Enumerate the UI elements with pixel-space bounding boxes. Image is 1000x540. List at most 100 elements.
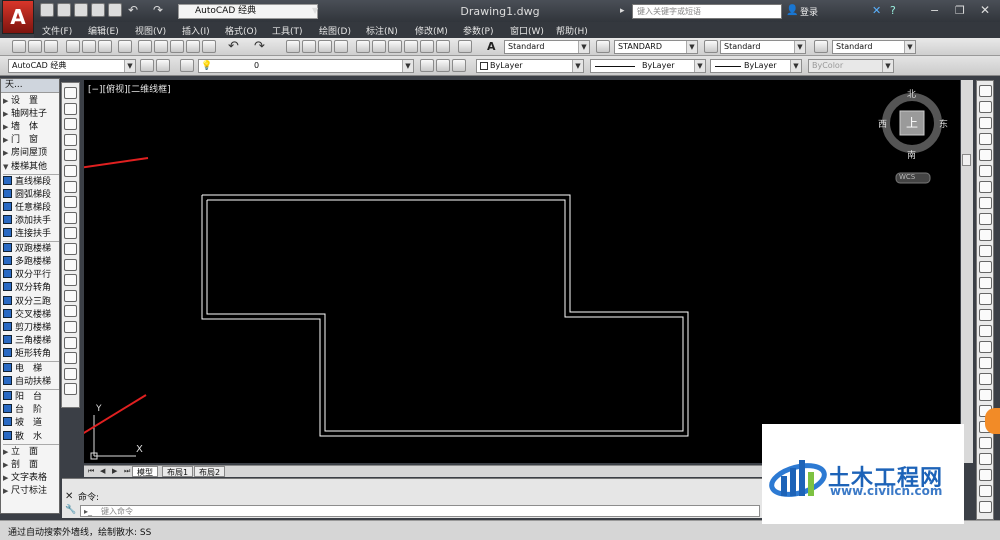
vertical-scrollbar[interactable] bbox=[961, 80, 973, 463]
palette-item[interactable]: ▶ 轴网柱子 bbox=[3, 108, 59, 121]
paste-icon[interactable] bbox=[170, 40, 184, 53]
exchange-icon[interactable]: ✕ bbox=[872, 4, 881, 17]
tab-first-icon[interactable]: ⏮ bbox=[88, 467, 94, 476]
help-dropdown-icon[interactable]: ? bbox=[890, 4, 896, 17]
customize-icon[interactable] bbox=[156, 59, 170, 72]
command-input[interactable]: ▸_ 键入命令 bbox=[80, 505, 760, 517]
palette-item[interactable]: 自动扶梯 bbox=[3, 376, 59, 389]
linetype-dropdown[interactable]: ByLayer ▼ bbox=[590, 59, 706, 73]
orange-badge[interactable] bbox=[985, 408, 1000, 434]
modify-tool-icon[interactable] bbox=[979, 309, 992, 321]
palette-item[interactable]: 双分平行 bbox=[3, 269, 59, 282]
workspace-settings-icon[interactable] bbox=[140, 59, 154, 72]
menu-tools[interactable]: 工具(T) bbox=[272, 24, 303, 37]
multileader-style-dropdown[interactable]: Standard ▼ bbox=[832, 40, 916, 54]
palette-item[interactable]: 双分三跑 bbox=[3, 295, 59, 309]
viewport-label[interactable]: [−][俯视][二维线框] bbox=[88, 82, 171, 95]
palette-item[interactable]: 台 阶 bbox=[3, 404, 59, 417]
add-selected-icon[interactable] bbox=[64, 383, 77, 396]
inner-wall-outline[interactable] bbox=[206, 199, 684, 432]
region-icon[interactable] bbox=[64, 336, 77, 349]
tab-layout1[interactable]: 布局1 bbox=[162, 466, 194, 477]
palette-item[interactable]: 坡 道 bbox=[3, 417, 59, 430]
open-file-icon[interactable] bbox=[28, 40, 42, 53]
qnew-icon[interactable] bbox=[12, 40, 26, 53]
viewcube-north[interactable]: 北 bbox=[907, 87, 916, 100]
menu-insert[interactable]: 插入(I) bbox=[182, 24, 210, 37]
menu-modify[interactable]: 修改(M) bbox=[415, 24, 448, 37]
multiline-text-icon[interactable] bbox=[64, 367, 77, 380]
polygon-icon[interactable] bbox=[64, 133, 77, 146]
drawing-canvas[interactable]: 北 南 东 西 上 WCS Y X bbox=[84, 80, 960, 463]
tab-layout2[interactable]: 布局2 bbox=[194, 466, 226, 477]
modify-tool-icon[interactable] bbox=[979, 133, 992, 145]
tool-palettes-icon[interactable] bbox=[388, 40, 402, 53]
layer-state-icon[interactable] bbox=[452, 59, 466, 72]
hatch-icon[interactable] bbox=[64, 305, 77, 318]
palette-item[interactable]: 任意梯段 bbox=[3, 201, 59, 215]
modify-tool-icon[interactable] bbox=[979, 485, 992, 497]
tab-prev-icon[interactable]: ◀ bbox=[100, 467, 105, 475]
rectangle-icon[interactable] bbox=[64, 149, 77, 162]
scroll-thumb[interactable] bbox=[962, 154, 971, 166]
tab-next-icon[interactable]: ▶ bbox=[112, 467, 117, 475]
modify-tool-icon[interactable] bbox=[979, 389, 992, 401]
modify-tool-icon[interactable] bbox=[979, 101, 992, 113]
layer-properties-icon[interactable] bbox=[180, 59, 194, 72]
copy-icon[interactable] bbox=[154, 40, 168, 53]
modify-tool-icon[interactable] bbox=[979, 453, 992, 465]
palette-item[interactable]: 矩形转角 bbox=[3, 347, 59, 361]
table-style-dropdown[interactable]: Standard ▼ bbox=[720, 40, 806, 54]
viewcube-south[interactable]: 南 bbox=[907, 148, 916, 161]
palette-item[interactable]: 散 水 bbox=[3, 430, 59, 444]
palette-item[interactable]: ▼ 楼梯其他 bbox=[3, 161, 59, 174]
modify-tool-icon[interactable] bbox=[979, 437, 992, 449]
modify-tool-icon[interactable] bbox=[979, 165, 992, 177]
properties-icon[interactable] bbox=[356, 40, 370, 53]
modify-tool-icon[interactable] bbox=[979, 149, 992, 161]
modify-tool-icon[interactable] bbox=[979, 469, 992, 481]
modify-tool-icon[interactable] bbox=[979, 357, 992, 369]
dim-style-dropdown[interactable]: STANDARD ▼ bbox=[614, 40, 698, 54]
modify-tool-icon[interactable] bbox=[979, 197, 992, 209]
palette-header[interactable]: 天... bbox=[1, 79, 59, 93]
workspace-combo[interactable]: AutoCAD 经典 ▼ bbox=[8, 59, 136, 73]
palette-item[interactable]: 阳 台 bbox=[3, 391, 59, 404]
layer-dropdown[interactable]: 💡 0 ▼ bbox=[198, 59, 414, 73]
gradient-icon[interactable] bbox=[64, 321, 77, 333]
lineweight-dropdown[interactable]: ByLayer ▼ bbox=[710, 59, 802, 73]
zoom-window-icon[interactable] bbox=[318, 40, 332, 53]
menu-edit[interactable]: 编辑(E) bbox=[88, 24, 119, 37]
palette-item[interactable]: 双跑楼梯 bbox=[3, 243, 59, 256]
login-button[interactable]: 登录 bbox=[800, 5, 818, 18]
make-current-layer-icon[interactable] bbox=[420, 59, 434, 72]
modify-tool-icon[interactable] bbox=[979, 117, 992, 129]
3dprint-icon[interactable] bbox=[118, 40, 132, 53]
sheet-set-icon[interactable] bbox=[404, 40, 418, 53]
close-command-icon[interactable]: ✕ bbox=[65, 491, 73, 502]
modify-tool-icon[interactable] bbox=[979, 245, 992, 257]
plot-icon[interactable] bbox=[66, 40, 80, 53]
palette-item[interactable]: ▶ 设 置 bbox=[3, 95, 59, 108]
match-properties-icon[interactable] bbox=[186, 40, 200, 53]
palette-item[interactable]: ▶ 门 窗 bbox=[3, 134, 59, 147]
block-editor-icon[interactable] bbox=[202, 40, 216, 53]
markup-icon[interactable] bbox=[420, 40, 434, 53]
color-dropdown[interactable]: ByLayer ▼ bbox=[476, 59, 584, 73]
menu-format[interactable]: 格式(O) bbox=[225, 24, 257, 37]
quickcalc-icon[interactable] bbox=[436, 40, 450, 53]
modify-tool-icon[interactable] bbox=[979, 501, 992, 513]
viewcube-west[interactable]: 西 bbox=[878, 117, 887, 130]
viewcube-east[interactable]: 东 bbox=[939, 117, 948, 130]
line-icon[interactable] bbox=[64, 87, 77, 99]
ellipse-arc-icon[interactable] bbox=[64, 243, 77, 255]
revcloud-icon[interactable] bbox=[64, 196, 77, 209]
modify-tool-icon[interactable] bbox=[979, 181, 992, 193]
palette-item[interactable]: ▶ 立 面 bbox=[3, 446, 59, 459]
palette-item[interactable]: 三角楼梯 bbox=[3, 334, 59, 348]
palette-item[interactable]: ▶ 尺寸标注 bbox=[3, 485, 59, 498]
polyline-icon[interactable] bbox=[64, 118, 77, 131]
modify-tool-icon[interactable] bbox=[979, 213, 992, 225]
palette-item[interactable]: 剪刀楼梯 bbox=[3, 321, 59, 335]
palette-item[interactable]: 双分转角 bbox=[3, 282, 59, 295]
